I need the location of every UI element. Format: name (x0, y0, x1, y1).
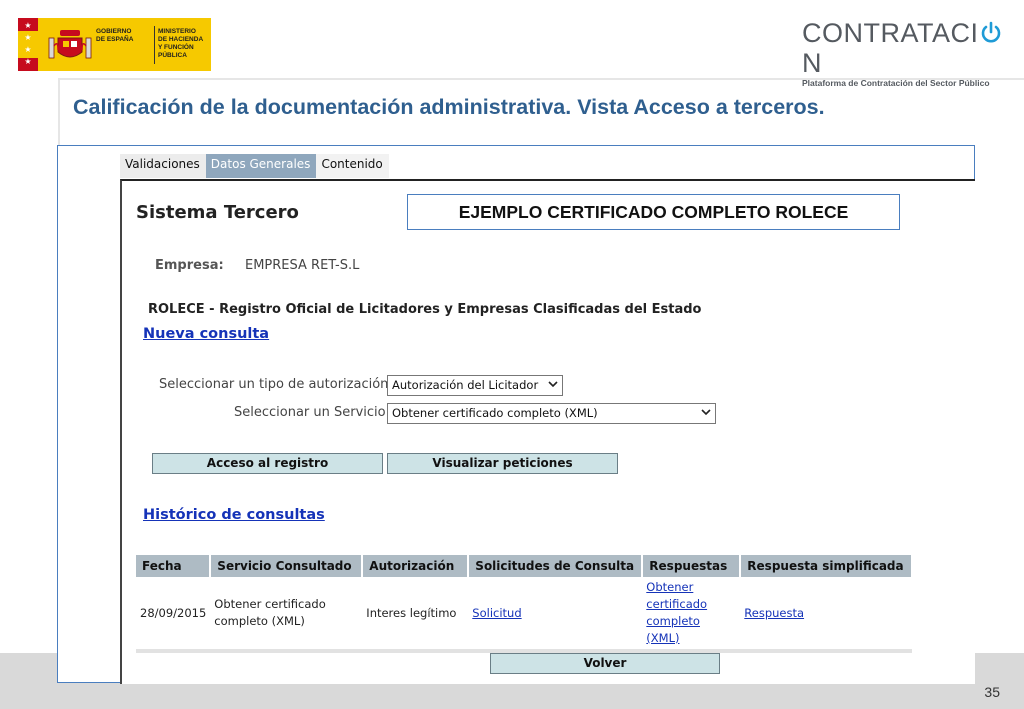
brand-word-last: N (802, 48, 822, 78)
cell-servicio: Obtener certificado completo (XML) (210, 577, 363, 651)
servicio-label: Seleccionar un Servicio (234, 405, 386, 420)
tipo-autorizacion-label: Seleccionar un tipo de autorización (159, 377, 389, 392)
column-header: Respuesta simplificada (740, 555, 913, 577)
volver-button[interactable]: Volver (490, 653, 720, 674)
empresa-label: Empresa: (155, 258, 224, 273)
slide-title: Calificación de la documentación adminis… (73, 95, 825, 119)
rolece-heading: ROLECE - Registro Oficial de Licitadores… (148, 302, 702, 317)
ministry-name: MINISTERIO DE HACIENDA Y FUNCIÓN PÚBLICA (158, 28, 204, 59)
cell-respuesta-simplificada: Respuesta (740, 577, 912, 651)
tab-bar: Validaciones Datos Generales Contenido (120, 154, 389, 178)
government-name: GOBIERNO DE ESPAÑA (96, 28, 134, 43)
cell-autorizacion: Interes legítimo (362, 577, 469, 651)
obtener-certificado-link[interactable]: Obtener certificado completo (XML) (646, 580, 707, 645)
table-header-row: Fecha Servicio Consultado Autorización S… (136, 555, 913, 577)
servicio-value: Obtener certificado completo (XML) (392, 406, 598, 420)
cell-solicitud: Solicitud (468, 577, 643, 651)
column-header: Autorización (362, 555, 470, 577)
respuesta-link[interactable]: Respuesta (744, 606, 804, 620)
historico-consultas-link[interactable]: Histórico de consultas (143, 507, 325, 523)
chevron-down-icon (701, 409, 711, 416)
brand-wordmark: CONTRATACIN (802, 18, 1012, 78)
brand-word-text: CONTRATACI (802, 18, 979, 48)
tipo-autorizacion-value: Autorización del Licitador (392, 378, 539, 392)
column-header: Respuestas (642, 555, 742, 577)
table-row: 28/09/2015 Obtener certificado completo … (136, 577, 912, 651)
content-panel: Sistema Tercero Empresa: EMPRESA RET-S.L… (120, 179, 975, 684)
example-callout: EJEMPLO CERTIFICADO COMPLETO ROLECE (407, 194, 900, 230)
header-divider (60, 78, 1024, 80)
empresa-value: EMPRESA RET-S.L (245, 258, 360, 273)
eu-stars-icon: ★ ★ ★ ★ (24, 21, 32, 66)
screenshot-frame: Validaciones Datos Generales Contenido S… (57, 145, 975, 684)
historico-table: Fecha Servicio Consultado Autorización S… (136, 555, 913, 653)
column-header: Solicitudes de Consulta (468, 555, 644, 577)
tab-validaciones[interactable]: Validaciones (120, 154, 206, 178)
system-title: Sistema Tercero (136, 202, 299, 223)
nueva-consulta-link[interactable]: Nueva consulta (143, 326, 269, 342)
column-header: Servicio Consultado (210, 555, 364, 577)
tab-contenido[interactable]: Contenido (316, 154, 389, 178)
tab-datos-generales[interactable]: Datos Generales (205, 154, 317, 178)
column-header: Fecha (136, 555, 212, 577)
cell-fecha: 28/09/2015 (136, 577, 211, 651)
solicitud-link[interactable]: Solicitud (472, 606, 521, 620)
visualizar-peticiones-button[interactable]: Visualizar peticiones (387, 453, 618, 474)
logo-divider (154, 26, 155, 64)
cell-respuestas: Obtener certificado completo (XML) (642, 577, 741, 651)
chevron-down-icon (548, 381, 558, 388)
tipo-autorizacion-select[interactable]: Autorización del Licitador (387, 375, 563, 396)
acceso-registro-button[interactable]: Acceso al registro (152, 453, 383, 474)
servicio-select[interactable]: Obtener certificado completo (XML) (387, 403, 716, 424)
coat-of-arms-icon (48, 30, 92, 59)
page-number: 35 (984, 684, 1000, 700)
power-icon (981, 21, 1000, 43)
government-logo: ★ ★ ★ ★ GOBIERNO DE ESPAÑA MINISTERIO DE HA… (18, 18, 211, 71)
